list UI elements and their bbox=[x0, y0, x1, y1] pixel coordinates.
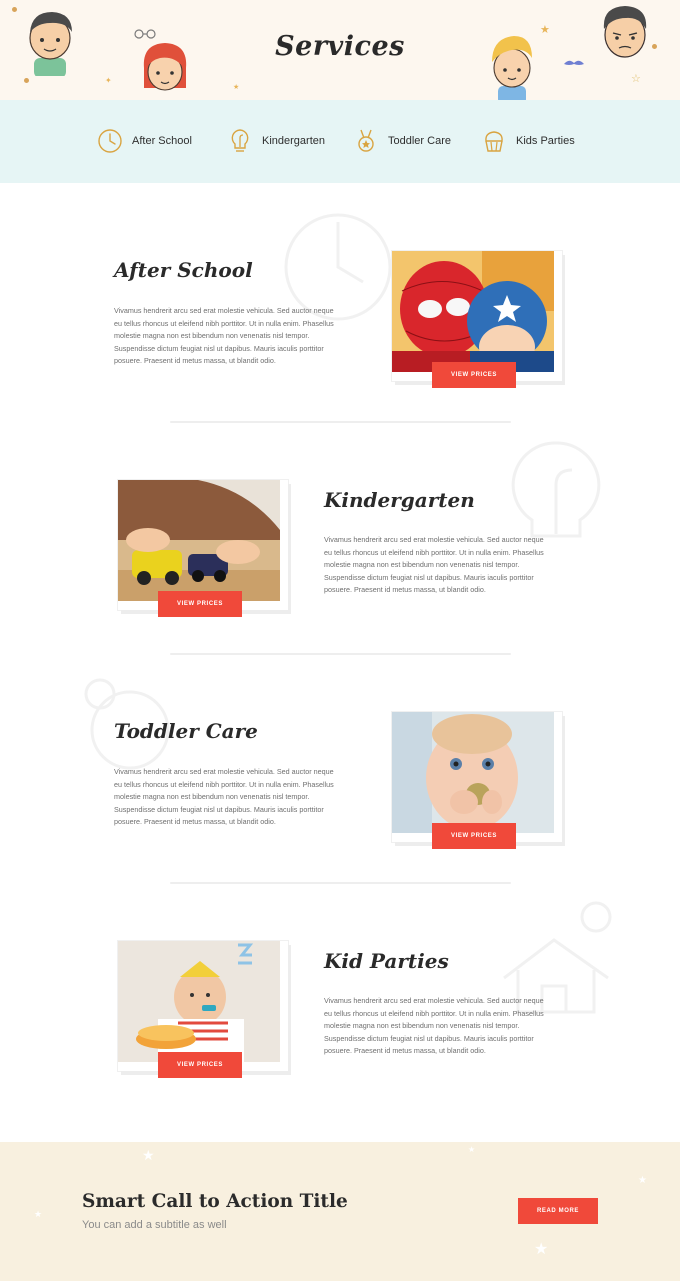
page-title: Services bbox=[275, 31, 405, 62]
service-description: Vivamus hendrerit arcu sed erat molestie… bbox=[114, 767, 334, 827]
nav-item-kindergarten[interactable]: Kindergarten bbox=[227, 127, 325, 155]
service-photo-card: VIEW PRICES bbox=[118, 941, 288, 1078]
baby-eating-photo bbox=[392, 712, 554, 833]
star-icon: ★ bbox=[638, 1175, 647, 1186]
view-prices-button[interactable]: VIEW PRICES bbox=[432, 362, 516, 388]
view-prices-button[interactable]: VIEW PRICES bbox=[432, 823, 516, 849]
call-to-action-section: ★ ★ ★ ★ ★ Smart Call to Action Title You… bbox=[0, 1142, 680, 1281]
star-icon: ★ bbox=[468, 1145, 476, 1154]
service-photo-card: VIEW PRICES bbox=[392, 712, 562, 849]
clock-icon bbox=[98, 129, 122, 153]
service-title: Kid Parties bbox=[324, 949, 449, 973]
service-photo-card: VIEW PRICES bbox=[118, 480, 288, 617]
star-icon: ☆ bbox=[631, 73, 641, 85]
nav-item-label: Kindergarten bbox=[262, 135, 325, 147]
lightbulb-icon bbox=[231, 129, 249, 152]
nav-item-label: Toddler Care bbox=[388, 135, 451, 147]
service-description: Vivamus hendrerit arcu sed erat molestie… bbox=[114, 306, 334, 366]
kids-in-superhero-masks-photo bbox=[392, 251, 554, 372]
medal-icon bbox=[358, 129, 374, 152]
nav-item-kids-parties[interactable]: Kids Parties bbox=[481, 127, 575, 155]
dot-decoration bbox=[12, 7, 17, 12]
service-description: Vivamus hendrerit arcu sed erat molestie… bbox=[324, 996, 544, 1056]
view-prices-button[interactable]: VIEW PRICES bbox=[158, 1052, 242, 1078]
child-playing-toy-cars-photo bbox=[118, 480, 280, 601]
star-icon: ★ bbox=[142, 1147, 155, 1163]
page-header: ★ ☆ ✦ ★ Services bbox=[0, 0, 680, 100]
cta-title: Smart Call to Action Title bbox=[82, 1191, 348, 1212]
service-title: After School bbox=[114, 258, 253, 282]
section-divider bbox=[170, 882, 511, 884]
service-photo-card: VIEW PRICES bbox=[392, 251, 562, 388]
service-title: Toddler Care bbox=[114, 719, 258, 743]
star-icon: ★ bbox=[34, 1209, 43, 1219]
view-prices-button[interactable]: VIEW PRICES bbox=[158, 591, 242, 617]
star-icon: ★ bbox=[233, 84, 240, 91]
cta-subtitle: You can add a subtitle as well bbox=[82, 1219, 227, 1231]
services-nav: After School Kindergarten Toddler Care K… bbox=[0, 100, 680, 183]
star-icon: ✦ bbox=[105, 76, 112, 85]
toddler-birthday-party-photo bbox=[118, 941, 280, 1062]
section-divider bbox=[170, 421, 511, 423]
star-icon: ★ bbox=[534, 1241, 549, 1258]
nav-item-toddler-care[interactable]: Toddler Care bbox=[353, 127, 451, 155]
service-description: Vivamus hendrerit arcu sed erat molestie… bbox=[324, 535, 544, 595]
nav-item-label: Kids Parties bbox=[516, 135, 575, 147]
section-divider bbox=[170, 653, 511, 655]
nav-item-label: After School bbox=[132, 135, 192, 147]
nav-item-after-school[interactable]: After School bbox=[97, 127, 192, 155]
read-more-button[interactable]: READ MORE bbox=[518, 1198, 598, 1224]
service-title: Kindergarten bbox=[324, 488, 475, 512]
cupcake-icon bbox=[485, 131, 503, 152]
dot-decoration bbox=[24, 78, 29, 83]
